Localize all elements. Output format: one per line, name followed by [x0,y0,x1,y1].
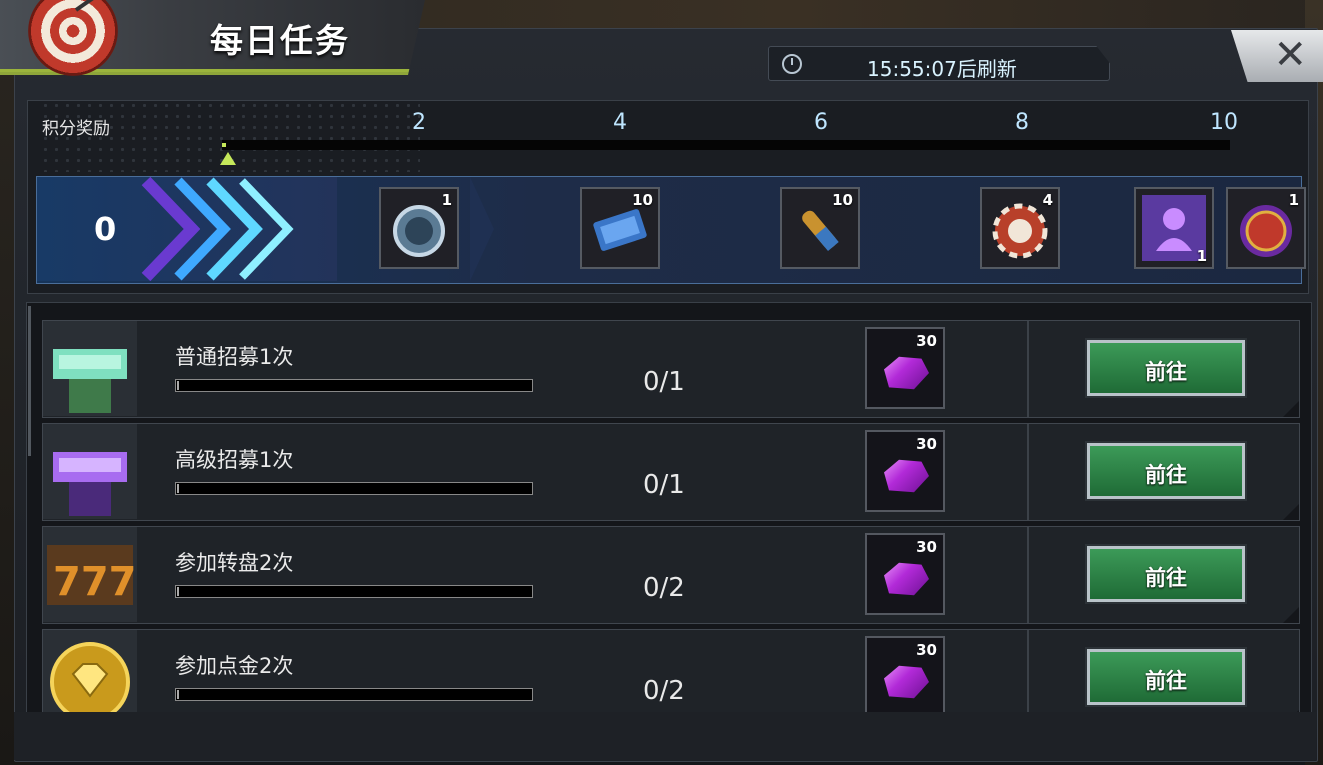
task-icon [43,630,137,725]
go-button-label: 前往 [1145,566,1187,590]
reward-silhouette-card[interactable]: 1 [1134,187,1214,269]
milestone-tick: 2 [412,110,426,135]
task-progress-bar [175,585,533,598]
task-reward-count: 30 [916,332,937,350]
chevron-icon [236,177,296,281]
task-progress-fill [177,587,179,596]
task-progress-text: 0/1 [643,470,685,500]
task-icon [43,321,137,416]
task-reward-count: 30 [916,538,937,556]
go-button[interactable]: 前往 [1085,647,1247,707]
task-name: 普通招募1次 [175,345,294,369]
task-row: 普通招募1次 0/1 30 前往 [42,320,1300,418]
reward-count: 10 [832,191,853,209]
divider [1027,321,1029,417]
purple-gem-icon [884,459,929,493]
stopwatch-icon [782,54,802,74]
task-row: 高级招募1次 0/1 30 前往 [42,423,1300,521]
task-reward[interactable]: 30 [865,430,945,512]
go-button[interactable]: 前往 [1085,544,1247,604]
slot-777-icon: 777 [47,545,137,605]
task-reward-count: 30 [916,641,937,659]
reward-casino-chip[interactable]: 4 [980,187,1060,269]
points-progress-track [222,140,1230,150]
milestone-tick: 6 [814,110,828,135]
reward-cinema-ticket[interactable]: 10 [580,187,660,269]
page-title: 每日任务 [210,21,350,60]
refresh-timer-text: 15:55:07后刷新 [867,57,1017,81]
task-reward[interactable]: 30 [865,327,945,409]
task-progress-bar [175,379,533,392]
points-reward-label: 积分奖励 [42,119,110,139]
task-reward-count: 30 [916,435,937,453]
reward-count: 1 [1196,247,1207,265]
reward-count: 4 [1042,191,1053,209]
task-list-scrollbar[interactable] [28,306,31,456]
task-progress-text: 0/2 [643,573,685,603]
task-progress-fill [177,381,179,390]
task-icon: 777 [43,527,137,622]
purple-gem-icon [884,562,929,596]
green-recruit-tower-icon [53,349,127,413]
purple-gem-icon [884,356,929,390]
close-icon: ✕ [1273,32,1307,78]
current-points: 0 [94,210,117,248]
reward-count: 10 [632,191,653,209]
task-row: 777 参加转盘2次 0/2 30 前往 [42,526,1300,624]
milestone-tick: 10 [1210,110,1238,135]
milestone-tick: 8 [1015,110,1029,135]
divider [1027,527,1029,623]
task-progress-text: 0/1 [643,367,685,397]
task-progress-text: 0/2 [643,676,685,706]
go-button[interactable]: 前往 [1085,338,1247,398]
task-reward[interactable]: 30 [865,636,945,718]
task-reward[interactable]: 30 [865,533,945,615]
task-progress-bar [175,688,533,701]
reward-stopwatch-coin[interactable]: 1 [379,187,459,269]
points-progress-marker [220,152,236,165]
task-name: 参加转盘2次 [175,551,294,575]
go-button[interactable]: 前往 [1085,441,1247,501]
reward-count: 1 [1288,191,1299,209]
task-icon [43,424,137,519]
go-button-label: 前往 [1145,463,1187,487]
svg-text:777: 777 [53,559,137,605]
reward-bullet[interactable]: 10 [780,187,860,269]
panel-footer [14,712,1316,760]
purple-gem-icon [884,665,929,699]
reward-count: 1 [441,191,452,209]
task-name: 参加点金2次 [175,654,294,678]
gold-diamond-coin-icon [50,642,130,722]
purple-recruit-tower-icon [53,452,127,516]
task-progress-fill [177,690,179,699]
refresh-timer: 15:55:07后刷新 [768,46,1110,81]
task-progress-fill [177,484,179,493]
go-button-label: 前往 [1145,360,1187,384]
task-name: 高级招募1次 [175,448,294,472]
reward-red-medal[interactable]: 1 [1226,187,1306,269]
milestone-tick: 4 [613,110,627,135]
task-progress-bar [175,482,533,495]
divider [1027,424,1029,520]
points-progress-dot [222,143,226,147]
go-button-label: 前往 [1145,669,1187,693]
